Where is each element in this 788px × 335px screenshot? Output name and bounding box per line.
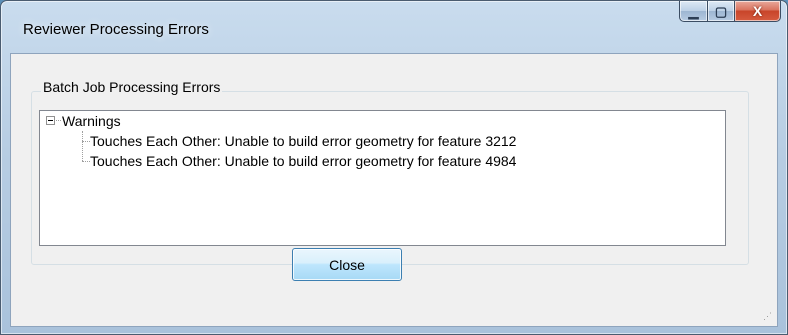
maximize-button[interactable]: ▢: [708, 1, 735, 22]
dialog-window: Reviewer Processing Errors ▁ ▢ X Batch J…: [0, 0, 788, 335]
title-bar[interactable]: Reviewer Processing Errors ▁ ▢ X: [1, 1, 787, 53]
tree-node-warnings[interactable]: Warnings: [62, 111, 121, 131]
tree-node-warning-1[interactable]: Touches Each Other: Unable to build erro…: [90, 131, 516, 151]
tree-connector: [82, 161, 90, 162]
collapse-toggle-icon[interactable]: [46, 116, 55, 125]
tree-node-label: Warnings: [62, 113, 121, 129]
window-title: Reviewer Processing Errors: [23, 21, 209, 38]
resize-grip-icon[interactable]: ⋰: [763, 312, 775, 324]
tree-node-label: Touches Each Other: Unable to build erro…: [90, 133, 517, 149]
tree-connector: [56, 120, 61, 121]
close-icon: X: [752, 3, 763, 19]
minimize-button[interactable]: ▁: [679, 1, 708, 22]
dialog-client-area: Batch Job Processing Errors Warnings Tou…: [10, 53, 778, 327]
maximize-icon: ▢: [714, 3, 728, 19]
minimize-icon: ▁: [688, 3, 699, 19]
close-window-button[interactable]: X: [735, 1, 781, 22]
caption-buttons: ▁ ▢ X: [679, 1, 781, 23]
tree-connector: [82, 131, 83, 161]
tree-node-label: Touches Each Other: Unable to build erro…: [90, 153, 517, 169]
errors-tree-view[interactable]: Warnings Touches Each Other: Unable to b…: [39, 110, 726, 246]
groupbox-label: Batch Job Processing Errors: [41, 79, 223, 95]
tree-connector: [82, 141, 90, 142]
close-button[interactable]: Close: [292, 248, 402, 281]
tree-node-warning-2[interactable]: Touches Each Other: Unable to build erro…: [90, 151, 516, 171]
